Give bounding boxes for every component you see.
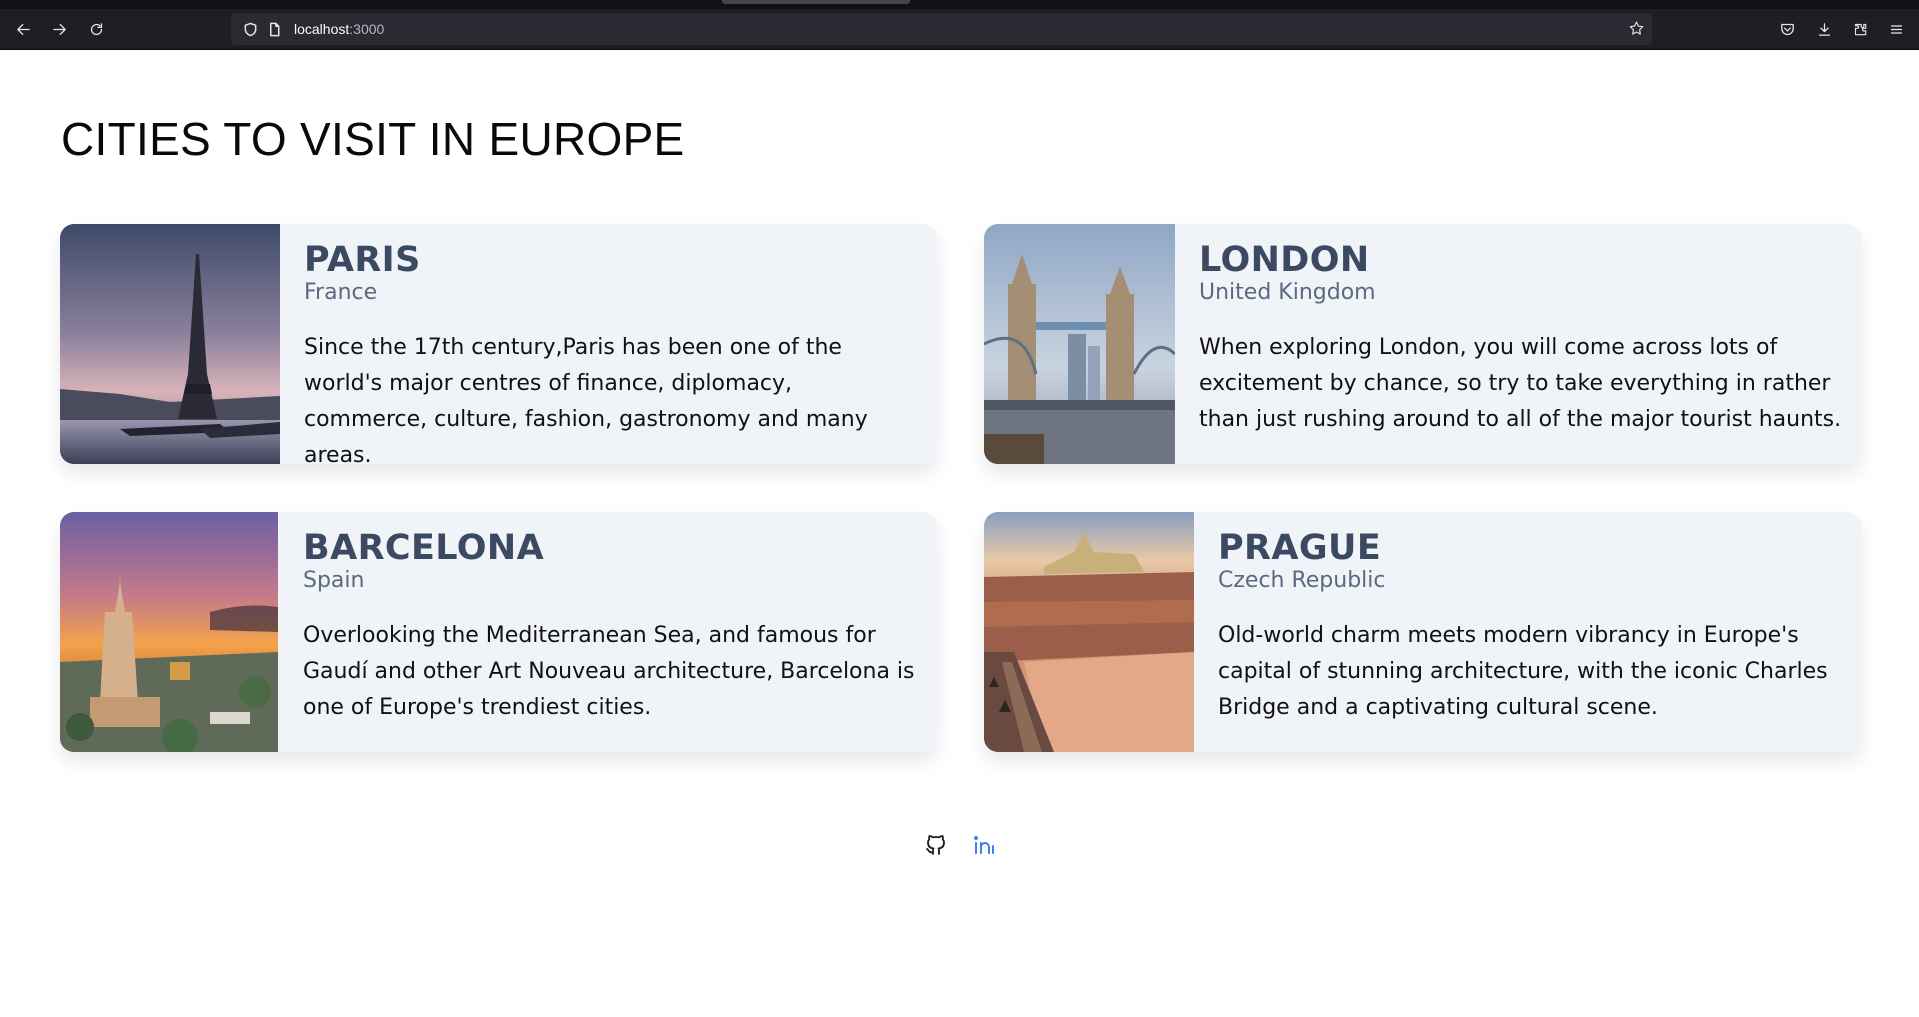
barcelona-card-body: BARCELONA Spain Overlooking the Mediterr… [303,512,937,726]
barcelona-photo [60,512,278,752]
github-icon[interactable] [921,830,951,860]
reload-icon[interactable] [84,17,108,41]
city-description: Overlooking the Mediterranean Sea, and f… [303,623,915,720]
tab-strip [0,0,1919,9]
prague-card-body: PRAGUE Czech Republic Old-world charm me… [1218,512,1861,726]
city-name: PRAGUE [1218,528,1382,568]
extensions-icon[interactable] [1848,17,1872,41]
city-card-barcelona: BARCELONA Spain Overlooking the Mediterr… [60,512,937,752]
page-title: CITIES TO VISIT IN EUROPE [61,113,685,165]
pocket-icon[interactable] [1775,17,1799,41]
london-card-body: LONDON United Kingdom When exploring Lon… [1199,224,1861,438]
back-arrow-icon[interactable] [11,17,35,41]
url-host: localhost [294,21,350,37]
url-text[interactable]: localhost:3000 [294,21,384,37]
bookmark-star-icon[interactable] [1628,20,1646,38]
paris-photo [60,224,280,464]
city-name: BARCELONA [303,528,545,568]
active-tab-indicator[interactable] [722,0,910,4]
address-bar[interactable]: localhost:3000 [231,13,1652,45]
city-name: PARIS [304,240,421,280]
country-name: United Kingdom [1199,280,1376,305]
city-card-london: LONDON United Kingdom When exploring Lon… [984,224,1861,464]
prague-photo [984,512,1194,752]
browser-toolbar: localhost:3000 [0,0,1919,50]
paris-card-body: PARIS France Since the 17th century,Pari… [304,224,937,464]
london-photo [984,224,1175,464]
city-card-paris: PARIS France Since the 17th century,Pari… [60,224,937,464]
linkedin-icon[interactable] [969,830,999,860]
country-name: France [304,280,378,305]
city-description: Since the 17th century,Paris has been on… [304,335,868,464]
country-name: Spain [303,568,365,593]
city-description: Old-world charm meets modern vibrancy in… [1218,623,1828,720]
city-description: When exploring London, you will come acr… [1199,335,1842,432]
page-icon [266,21,282,37]
country-name: Czech Republic [1218,568,1386,593]
menu-icon[interactable] [1884,17,1908,41]
url-port: :3000 [349,21,385,37]
city-card-prague: PRAGUE Czech Republic Old-world charm me… [984,512,1861,752]
city-name: LONDON [1199,240,1370,280]
shield-icon[interactable] [242,21,258,37]
forward-arrow-icon[interactable] [47,17,71,41]
downloads-icon[interactable] [1812,17,1836,41]
